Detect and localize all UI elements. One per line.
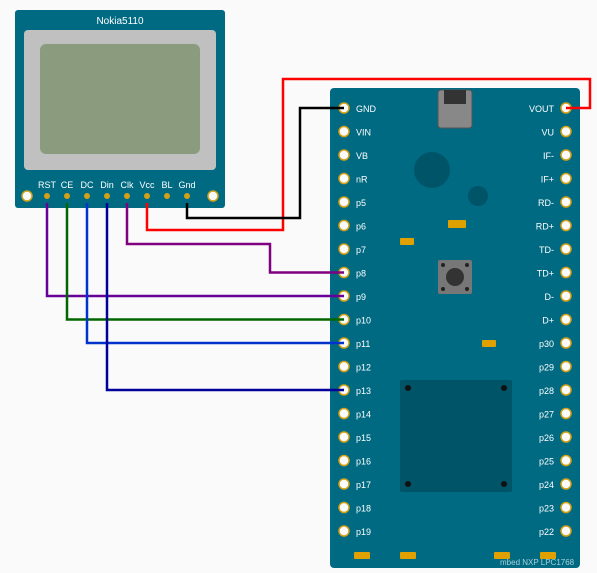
svg-text:p30: p30: [539, 339, 554, 349]
svg-text:p7: p7: [356, 245, 366, 255]
svg-text:p14: p14: [356, 410, 371, 420]
svg-text:D-: D-: [545, 292, 555, 302]
svg-text:VIN: VIN: [356, 128, 371, 138]
svg-text:RD+: RD+: [536, 222, 554, 232]
svg-text:D+: D+: [542, 316, 554, 326]
wiring-diagram: Nokia5110 RST CE DC Din Clk Vcc BL Gnd GND VIN VB…: [0, 0, 597, 573]
svg-text:VU: VU: [541, 128, 554, 138]
mbed-pin-rd+: RD+: [536, 221, 571, 232]
mbed-pin-gnd: GND: [339, 103, 377, 114]
svg-text:p11: p11: [356, 339, 370, 349]
svg-text:DC: DC: [81, 180, 94, 190]
mbed-board: GND VIN VB nR p5 p6 p7 p8 p9 p10 p11 p12 p13 p14 p15 p1…: [330, 88, 580, 568]
svg-text:p27: p27: [539, 410, 554, 420]
svg-text:TD+: TD+: [537, 269, 554, 279]
svg-text:IF-: IF-: [543, 151, 554, 161]
wire-clk: [127, 203, 344, 273]
svg-text:p17: p17: [356, 480, 371, 490]
svg-text:GND: GND: [356, 104, 377, 114]
svg-text:Gnd: Gnd: [178, 180, 195, 190]
svg-text:TD-: TD-: [539, 245, 554, 255]
svg-text:Din: Din: [100, 180, 114, 190]
wire-ce: [67, 203, 344, 320]
svg-text:RD-: RD-: [538, 198, 554, 208]
svg-text:p10: p10: [356, 316, 371, 326]
mbed-pin-vout: VOUT: [529, 103, 571, 114]
mbed-pin-p12: p12: [339, 362, 371, 373]
svg-text:p9: p9: [356, 292, 366, 302]
mbed-pin-td+: TD+: [537, 268, 571, 279]
svg-text:p12: p12: [356, 363, 371, 373]
svg-text:p19: p19: [356, 527, 371, 537]
svg-text:Vcc: Vcc: [139, 180, 155, 190]
svg-text:Clk: Clk: [121, 180, 134, 190]
svg-text:VOUT: VOUT: [529, 104, 555, 114]
reset-button[interactable]: [438, 260, 472, 294]
svg-text:p29: p29: [539, 363, 554, 373]
svg-text:p22: p22: [539, 527, 554, 537]
svg-text:p13: p13: [356, 386, 371, 396]
svg-text:IF+: IF+: [541, 175, 554, 185]
svg-text:p15: p15: [356, 433, 371, 443]
svg-text:p28: p28: [539, 386, 554, 396]
svg-text:p16: p16: [356, 457, 371, 467]
svg-text:CE: CE: [61, 180, 74, 190]
mbed-pin-p19: p19: [339, 526, 371, 537]
svg-text:RST: RST: [38, 180, 57, 190]
nokia5110-module: Nokia5110 RST CE DC Din Clk Vcc BL Gnd: [15, 10, 225, 208]
svg-text:p26: p26: [539, 433, 554, 443]
mbed-pin-p18: p18: [339, 503, 371, 514]
mbed-pin-p15: p15: [339, 432, 371, 443]
mbed-footer: mbed NXP LPC1768: [500, 558, 575, 567]
svg-text:p5: p5: [356, 198, 366, 208]
lcd-title: Nokia5110: [96, 16, 144, 27]
svg-text:p23: p23: [539, 504, 554, 514]
svg-text:p25: p25: [539, 457, 554, 467]
svg-text:nR: nR: [356, 175, 368, 185]
svg-text:p18: p18: [356, 504, 371, 514]
mbed-pin-p14: p14: [339, 409, 371, 420]
mbed-pin-p16: p16: [339, 456, 371, 467]
svg-text:VB: VB: [356, 151, 368, 161]
mbed-pin-p17: p17: [339, 479, 371, 490]
svg-text:p8: p8: [356, 269, 366, 279]
svg-text:p6: p6: [356, 222, 366, 232]
svg-text:BL: BL: [161, 180, 172, 190]
svg-text:p24: p24: [539, 480, 554, 490]
